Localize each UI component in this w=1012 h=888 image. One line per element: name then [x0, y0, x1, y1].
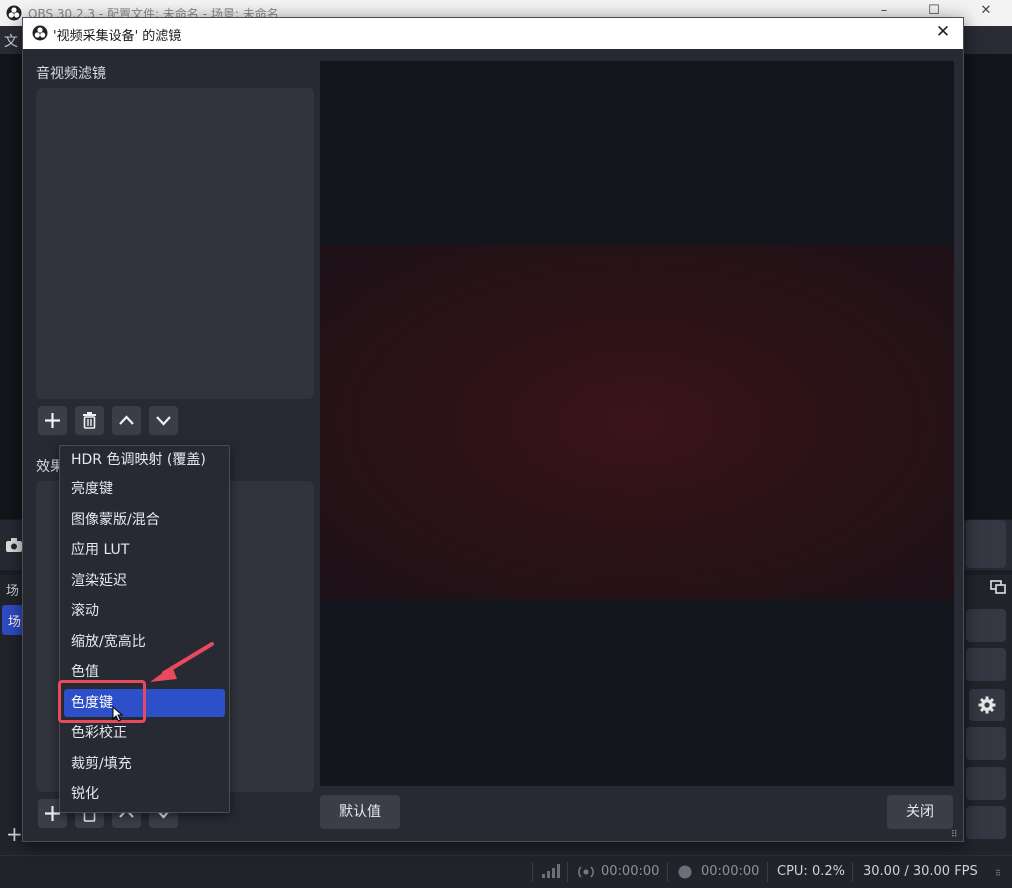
- chevron-up-icon: [119, 415, 134, 425]
- move-up-button[interactable]: [112, 406, 141, 435]
- right-dock-button-3[interactable]: [966, 727, 1006, 760]
- stream-time: 00:00:00: [601, 864, 660, 879]
- right-dock-button-1[interactable]: [966, 609, 1006, 642]
- record-status-icon: [678, 865, 692, 883]
- remove-audio-video-filter-button[interactable]: [75, 406, 104, 435]
- scene-item[interactable]: 场: [2, 605, 24, 635]
- obs-logo-icon: [6, 5, 22, 24]
- main-add-icon[interactable]: +: [6, 822, 23, 846]
- record-time: 00:00:00: [701, 864, 760, 879]
- chevron-down-icon: [156, 416, 171, 426]
- settings-button[interactable]: [969, 689, 1005, 721]
- dialog-title: '视频采集设备' 的滤镜: [53, 29, 182, 44]
- right-dock-button-4[interactable]: [966, 767, 1006, 800]
- obs-logo-icon: [32, 25, 48, 45]
- scenes-dock-title: 场: [6, 584, 20, 599]
- dialog-titlebar: '视频采集设备' 的滤镜 ✕: [23, 18, 963, 49]
- annotation-highlight-box: [58, 680, 146, 723]
- preview-video-frame: [320, 245, 954, 599]
- window-close-button[interactable]: ✕: [972, 3, 1000, 23]
- menu-item-crop-pad[interactable]: 裁剪/填充: [64, 750, 225, 778]
- status-resize-grip[interactable]: ⠿: [995, 869, 1001, 878]
- network-signal-icon: [542, 864, 560, 882]
- filter-type-menu: HDR 色调映射 (覆盖) 亮度键 图像蒙版/混合 应用 LUT 渲染延迟 滚动…: [59, 445, 230, 813]
- menu-item-apply-lut[interactable]: 应用 LUT: [64, 536, 225, 564]
- menu-item-scroll[interactable]: 滚动: [64, 597, 225, 625]
- audio-video-filters-label: 音视频滤镜: [36, 66, 106, 82]
- cpu-usage: CPU: 0.2%: [777, 864, 845, 879]
- undock-icon[interactable]: [990, 579, 1006, 598]
- camera-icon[interactable]: [6, 537, 22, 556]
- right-panel-button[interactable]: [966, 520, 1006, 568]
- trash-icon: [83, 412, 96, 429]
- annotation-arrow-icon: [150, 642, 214, 682]
- menu-item-hdr-tonemap[interactable]: HDR 色调映射 (覆盖): [64, 446, 225, 474]
- stream-status-icon: [578, 866, 594, 882]
- dialog-resize-grip[interactable]: ⠿: [951, 830, 958, 840]
- defaults-button[interactable]: 默认值: [320, 795, 400, 829]
- plus-icon: [45, 413, 60, 428]
- gear-icon: [978, 696, 996, 714]
- close-button[interactable]: 关闭: [887, 795, 953, 829]
- menu-item-luma-key[interactable]: 亮度键: [64, 475, 225, 503]
- audio-video-filters-list[interactable]: [36, 88, 314, 399]
- right-dock-button-2[interactable]: [966, 648, 1006, 681]
- menu-item-render-delay[interactable]: 渲染延迟: [64, 567, 225, 595]
- menu-file[interactable]: 文: [4, 31, 18, 51]
- fps-readout: 30.00 / 30.00 FPS: [863, 864, 978, 879]
- move-down-button[interactable]: [149, 406, 178, 435]
- filter-preview: [320, 61, 954, 786]
- dialog-close-button[interactable]: ✕: [931, 22, 955, 44]
- menu-item-sharpen[interactable]: 锐化: [64, 780, 225, 808]
- menu-item-image-mask[interactable]: 图像蒙版/混合: [64, 506, 225, 534]
- menu-item-color-correction[interactable]: 色彩校正: [64, 719, 225, 747]
- status-bar: 00:00:00 00:00:00 CPU: 0.2% 30.00 / 30.0…: [0, 855, 1012, 888]
- mouse-cursor-icon: [112, 706, 124, 722]
- add-audio-video-filter-button[interactable]: [38, 406, 67, 435]
- right-dock-button-5[interactable]: [966, 806, 1006, 839]
